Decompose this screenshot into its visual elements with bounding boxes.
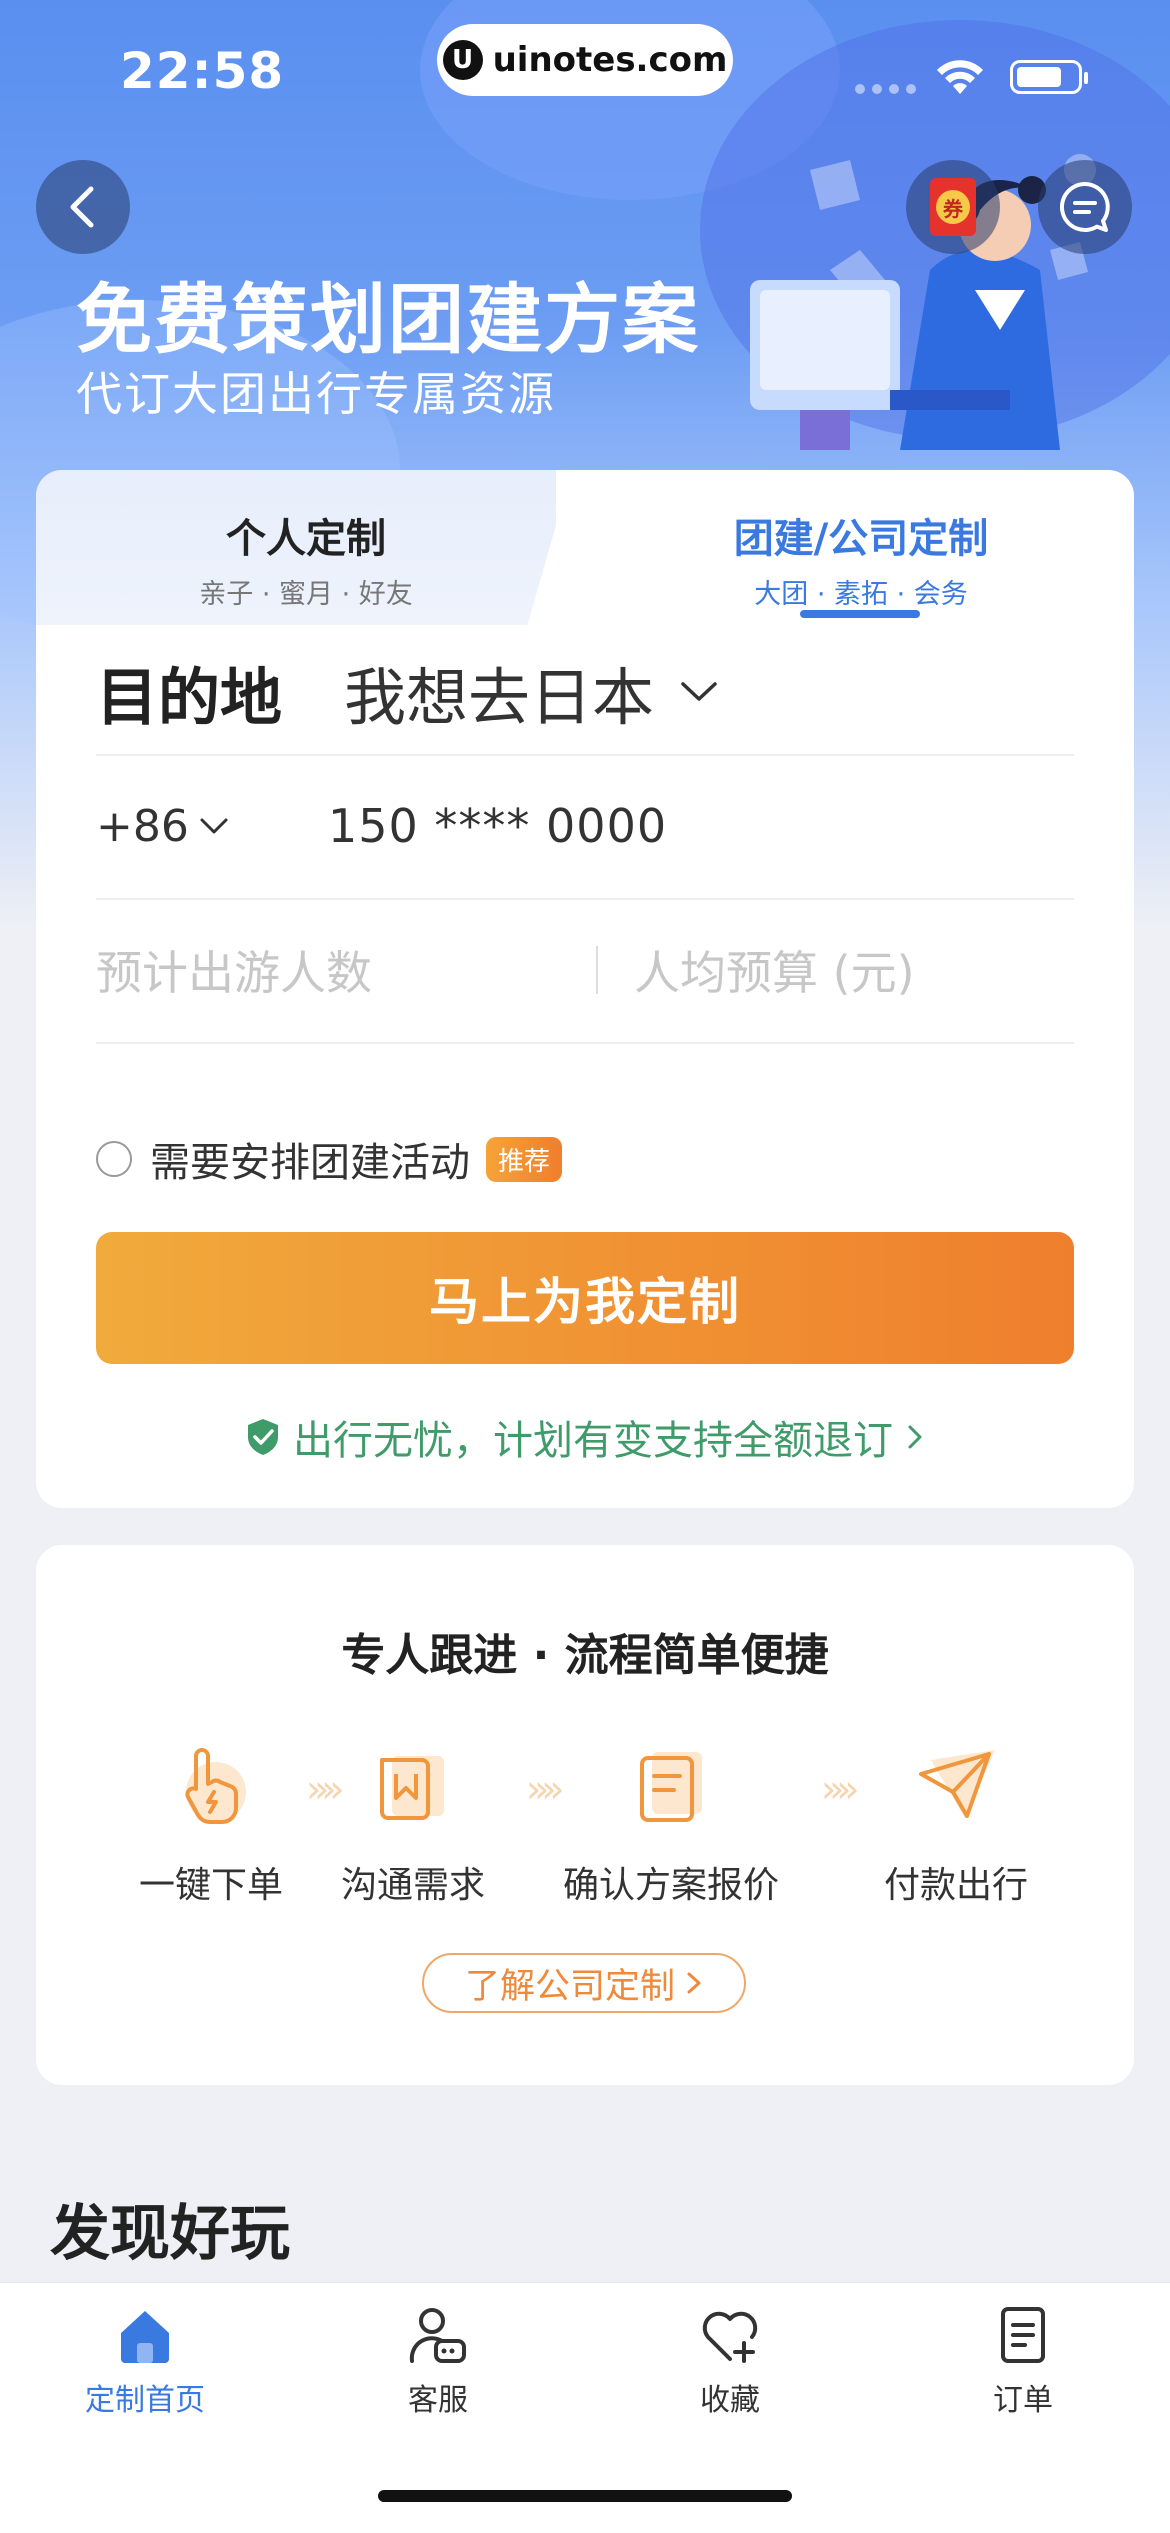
tab-personal-custom[interactable]: 个人定制 亲子 · 蜜月 · 好友 [36,506,576,611]
tabbar-favorites[interactable]: 收藏 [630,2303,830,2419]
learn-company-custom-button[interactable]: 了解公司定制 [422,1953,746,2013]
heart-plus-icon [702,2311,758,2363]
step-confirm-quote: 确认方案报价 [551,1740,791,1908]
tabbar-label: 客服 [408,2383,468,2418]
budget-input[interactable]: 人均预算 (元) [634,937,915,1003]
active-tab-indicator [800,610,920,618]
chat-doc-icon [380,1756,444,1820]
destination-value: 我想去日本 [344,661,655,734]
order-list-icon [1001,2307,1045,2363]
tabbar-label: 订单 [993,2383,1053,2418]
url-pill: U uinotes.com [437,24,733,96]
people-budget-row: 预计出游人数 人均预算 (元) [96,898,1074,1044]
chevron-left-icon [70,186,94,228]
shield-check-icon [248,1419,278,1455]
tabbar-customer-service[interactable]: 客服 [338,2303,538,2419]
step-label: 确认方案报价 [562,1865,779,1906]
back-button[interactable] [36,160,130,254]
wifi-icon [937,60,983,94]
country-code-select[interactable]: +86 [96,801,328,852]
step-arrow-icon: »» [821,1767,859,1811]
tabbar-home[interactable]: 定制首页 [45,2303,245,2419]
tab-title: 个人定制 [226,516,386,562]
hero-subtitle: 代订大团出行专属资源 [76,367,556,421]
document-icon [640,1752,702,1822]
field-divider [596,946,598,994]
process-title: 专人跟进 · 流程简单便捷 [341,1630,829,1681]
tabbar-orders[interactable]: 订单 [923,2303,1123,2419]
home-indicator [378,2490,792,2502]
activity-checkbox-label: 需要安排团建活动 [150,1140,470,1186]
tabbar-label: 定制首页 [85,2383,205,2418]
guarantee-text: 出行无忧，计划有变支持全额退订 [293,1418,893,1464]
red-envelope-icon: 券 [930,178,976,236]
step-one-click-order: 一键下单 [101,1740,321,1908]
tap-icon [185,1748,246,1824]
discover-section-title: 发现好玩 [50,2199,290,2269]
chevron-down-icon [681,682,717,701]
step-label: 一键下单 [138,1865,283,1906]
tab-subtitle: 亲子 · 蜜月 · 好友 [199,579,413,610]
chevron-right-icon [687,1972,701,1994]
coupon-label: 券 [936,190,970,224]
tab-company-custom[interactable]: 团建/公司定制 大团 · 素拓 · 会务 [588,506,1134,611]
learn-more-label: 了解公司定制 [464,1966,675,2007]
cellular-signal-icon [855,84,916,94]
message-button[interactable] [1038,160,1132,254]
phone-number-input[interactable]: 150 **** 0000 [328,799,667,853]
customer-service-icon [409,2308,466,2363]
step-communicate-needs: 沟通需求 [333,1740,493,1908]
tab-title: 团建/公司定制 [733,516,989,562]
step-label: 沟通需求 [340,1865,485,1906]
step-arrow-icon: »» [306,1767,344,1811]
recommend-badge: 推荐 [486,1136,563,1182]
country-code-value: +86 [96,800,189,852]
submit-custom-button[interactable]: 马上为我定制 [96,1232,1074,1364]
destination-row[interactable]: 目的地 我想去日本 [96,630,1074,756]
process-card: 专人跟进 · 流程简单便捷 一键下单 »» 沟通需求 »» 确认方案报价 »» [36,1545,1134,2085]
destination-label: 目的地 [96,661,283,734]
hero-title: 免费策划团建方案 [76,275,700,364]
chevron-down-icon [200,818,228,834]
people-count-input[interactable]: 预计出游人数 [96,937,596,1003]
coupon-button[interactable]: 券 [906,160,1000,254]
tabbar-label: 收藏 [700,2383,760,2418]
chevron-right-icon [908,1425,922,1449]
battery-icon [1010,60,1088,94]
status-time: 22:58 [120,42,285,100]
paper-plane-icon [919,1750,995,1818]
url-text: uinotes.com [492,40,728,80]
tab-subtitle: 大团 · 素拓 · 会务 [754,579,968,610]
step-pay-and-travel: 付款出行 [856,1740,1056,1908]
refund-guarantee-link[interactable]: 出行无忧，计划有变支持全额退订 [36,1408,1134,1466]
uinotes-logo-icon: U [442,40,483,80]
phone-row: +86 150 **** 0000 [96,754,1074,900]
custom-form-card: 个人定制 亲子 · 蜜月 · 好友 团建/公司定制 大团 · 素拓 · 会务 目… [36,470,1134,1508]
step-label: 付款出行 [883,1865,1028,1906]
home-icon [121,2311,169,2363]
activity-checkbox-row[interactable]: 需要安排团建活动 推荐 [96,1130,563,1188]
chat-bubble-icon [1060,182,1110,232]
activity-checkbox[interactable] [96,1141,132,1177]
